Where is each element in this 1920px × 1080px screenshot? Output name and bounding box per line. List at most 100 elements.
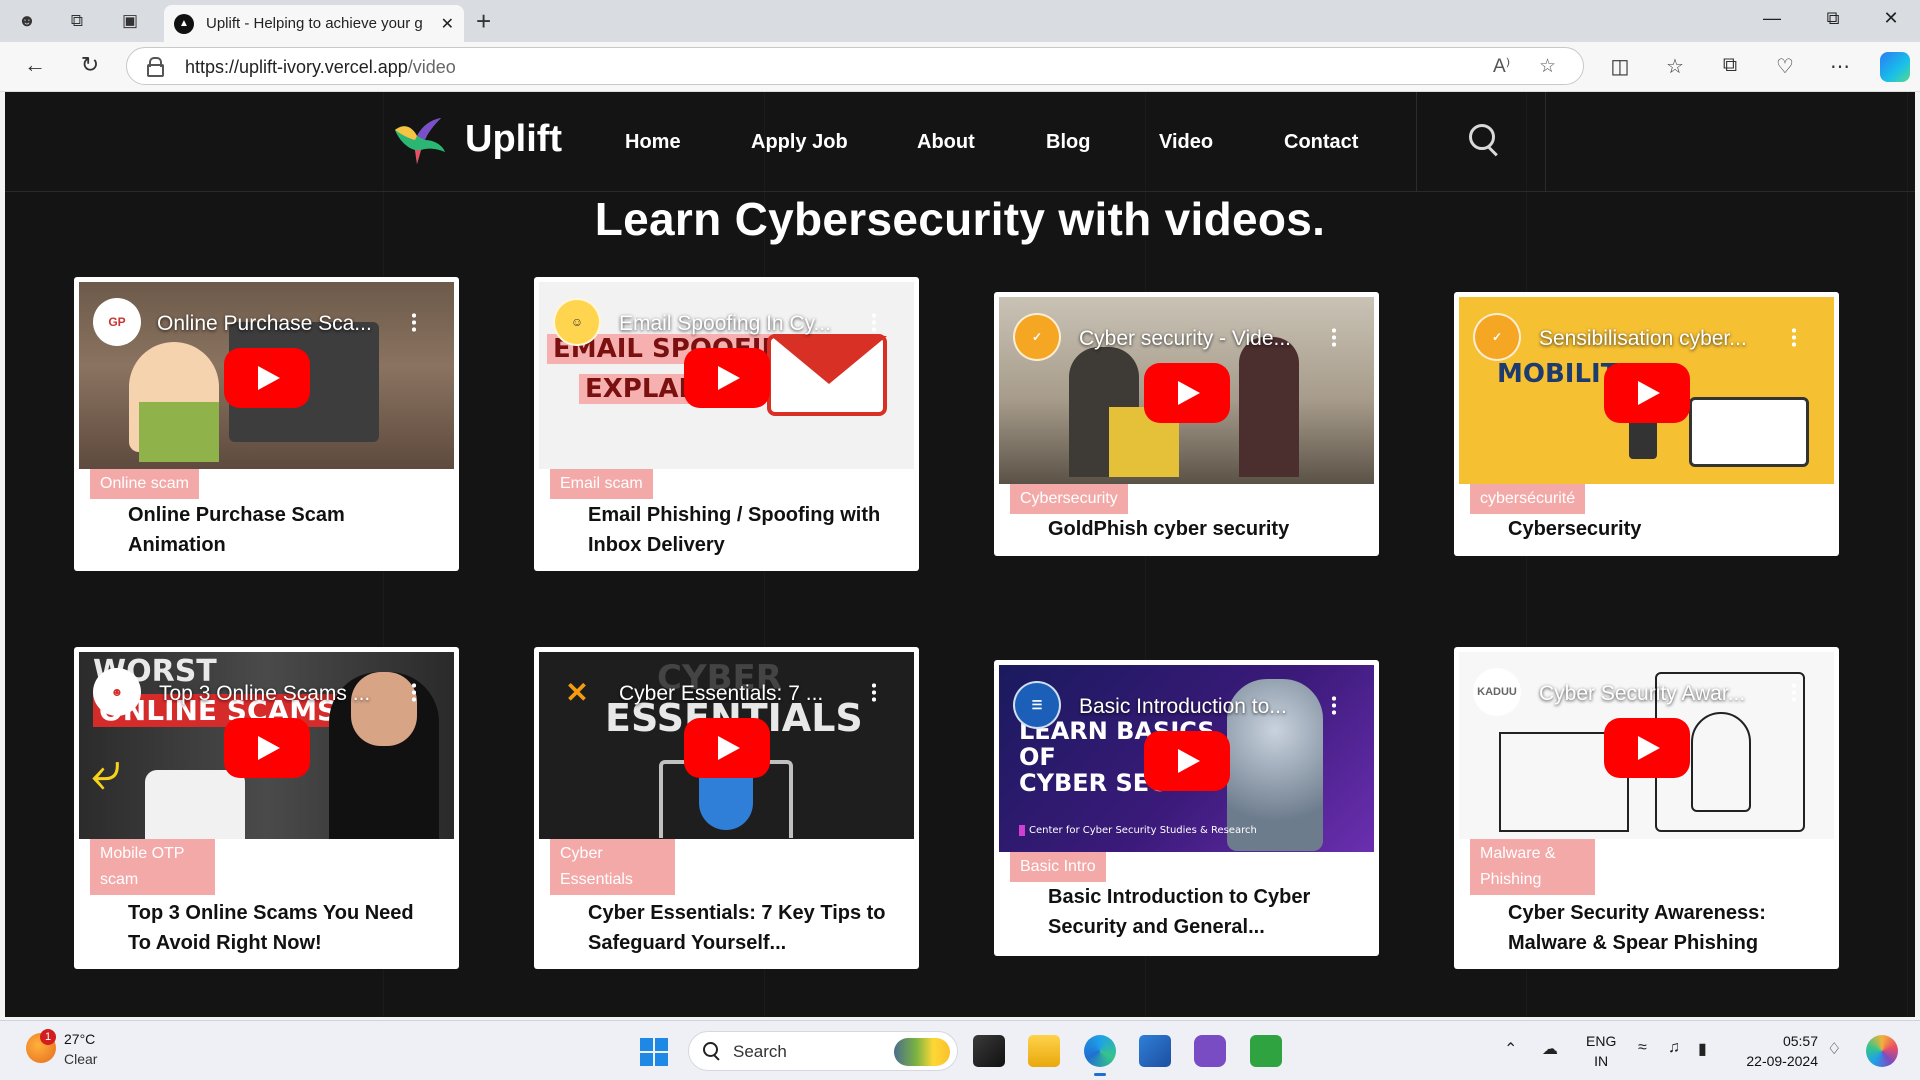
close-window-icon[interactable]: ✕ — [1876, 8, 1906, 29]
play-button[interactable] — [684, 718, 770, 778]
video-card[interactable]: ✓ Cyber security - Vide... Cybersecurity… — [994, 292, 1379, 556]
new-tab-button[interactable]: + — [476, 6, 491, 37]
video-thumbnail[interactable]: ✓ Cyber security - Vide... — [999, 297, 1374, 484]
cloud-sync-icon[interactable]: ☁ — [1542, 1039, 1558, 1059]
nav-about[interactable]: About — [917, 131, 975, 154]
more-options-icon[interactable] — [872, 682, 876, 702]
file-explorer-icon[interactable] — [1028, 1035, 1060, 1067]
video-title[interactable]: Basic Introduction to Cyber Security and… — [1048, 882, 1348, 942]
tab-actions-icon[interactable]: ▣ — [115, 8, 145, 34]
nav-apply-job[interactable]: Apply Job — [751, 131, 848, 154]
nav-home[interactable]: Home — [625, 131, 681, 154]
weather-condition[interactable]: Clear — [64, 1051, 97, 1067]
video-thumbnail[interactable]: WORST ONLINE SCAMS ⤶ ☻ Top 3 Online Scam… — [79, 652, 454, 839]
channel-avatar[interactable]: ✕ — [553, 668, 601, 716]
video-card[interactable]: LEARN BASICS OF CYBER SEC Center for Cyb… — [994, 660, 1379, 956]
read-aloud-icon[interactable]: A⁾ — [1493, 55, 1510, 78]
nav-contact[interactable]: Contact — [1284, 131, 1358, 154]
channel-avatar[interactable]: ✓ — [1013, 313, 1061, 361]
play-button[interactable] — [684, 348, 770, 408]
restore-icon[interactable]: ⧉ — [1818, 8, 1848, 29]
channel-avatar[interactable]: ☰ — [1013, 681, 1061, 729]
video-thumbnail[interactable]: KADUU Cyber Security Awar... — [1459, 652, 1834, 839]
taskbar-search[interactable]: Search — [688, 1031, 958, 1071]
clock-date: 22-09-2024 — [1746, 1053, 1818, 1069]
more-options-icon[interactable] — [412, 682, 416, 702]
video-thumbnail[interactable]: LEARN BASICS OF CYBER SEC Center for Cyb… — [999, 665, 1374, 852]
hummingbird-logo-icon[interactable] — [391, 116, 447, 168]
video-card[interactable]: CYBER ESSENTIALS ✕ Cyber Essentials: 7 .… — [534, 647, 919, 969]
video-thumbnail[interactable]: EMAIL SPOOFING EXPLAINED ☺ Email Spoofin… — [539, 282, 914, 469]
video-title[interactable]: Online Purchase Scam Animation — [128, 500, 428, 560]
browser-tab-bar: ☻ ⧉ ▣ ▲ Uplift - Helping to achieve your… — [0, 0, 1920, 42]
more-options-icon[interactable] — [1792, 327, 1796, 347]
video-thumbnail[interactable]: CYBER ESSENTIALS ✕ Cyber Essentials: 7 .… — [539, 652, 914, 839]
more-options-icon[interactable] — [1332, 327, 1336, 347]
profile-icon[interactable]: ☻ — [12, 8, 42, 34]
edge-browser-icon[interactable] — [1084, 1035, 1116, 1076]
favorite-star-icon[interactable]: ☆ — [1539, 55, 1556, 78]
more-options-icon[interactable] — [412, 312, 416, 332]
task-view-icon[interactable] — [973, 1035, 1005, 1067]
back-icon[interactable]: ← — [20, 52, 50, 78]
browser-essentials-icon[interactable]: ♡ — [1770, 54, 1800, 79]
favorites-icon[interactable]: ☆ — [1660, 54, 1690, 79]
address-bar[interactable]: https://uplift-ivory.vercel.app/video A⁾… — [126, 47, 1584, 85]
refresh-icon[interactable]: ↻ — [75, 52, 105, 78]
video-title[interactable]: Email Phishing / Spoofing with Inbox Del… — [588, 500, 888, 560]
site-search-icon[interactable] — [1467, 122, 1501, 156]
windows-start-icon[interactable] — [640, 1038, 668, 1066]
video-card[interactable]: GP Online Purchase Sca... Online scam On… — [74, 277, 459, 571]
play-button[interactable] — [1604, 718, 1690, 778]
browser-tab-active[interactable]: ▲ Uplift - Helping to achieve your g ✕ — [164, 5, 464, 42]
lock-icon[interactable] — [147, 57, 164, 77]
channel-avatar[interactable]: ☺ — [553, 298, 601, 346]
more-options-icon[interactable] — [1792, 682, 1796, 702]
play-button[interactable] — [1144, 731, 1230, 791]
video-thumbnail[interactable]: GP Online Purchase Sca... — [79, 282, 454, 469]
channel-avatar[interactable]: ☻ — [93, 668, 141, 716]
video-thumbnail[interactable]: MOBILITE ✓ Sensibilisation cyber... — [1459, 297, 1834, 484]
microsoft-store-icon[interactable] — [1139, 1035, 1171, 1067]
close-tab-icon[interactable]: ✕ — [441, 14, 454, 34]
play-button[interactable] — [224, 718, 310, 778]
wifi-icon[interactable]: ≈ — [1638, 1039, 1647, 1057]
channel-avatar[interactable]: KADUU — [1473, 668, 1521, 716]
nav-blog[interactable]: Blog — [1046, 131, 1090, 154]
video-card[interactable]: MOBILITE ✓ Sensibilisation cyber... cybe… — [1454, 292, 1839, 556]
notifications-bell-icon[interactable]: ♢ — [1827, 1039, 1841, 1059]
video-card[interactable]: WORST ONLINE SCAMS ⤶ ☻ Top 3 Online Scam… — [74, 647, 459, 969]
copilot-app-icon[interactable] — [1194, 1035, 1226, 1067]
search-icon — [703, 1042, 721, 1060]
show-hidden-icons-chevron-icon[interactable]: ⌃ — [1504, 1039, 1517, 1059]
more-options-icon[interactable] — [1332, 695, 1336, 715]
copilot-icon[interactable] — [1880, 52, 1910, 82]
video-title[interactable]: GoldPhish cyber security — [1048, 514, 1368, 544]
channel-avatar[interactable]: GP — [93, 298, 141, 346]
workspaces-icon[interactable]: ⧉ — [62, 8, 92, 34]
play-button[interactable] — [224, 348, 310, 408]
clock[interactable]: 05:57 22-09-2024 — [1738, 1031, 1818, 1071]
channel-avatar[interactable]: ✓ — [1473, 313, 1521, 361]
battery-icon[interactable]: ▮ — [1698, 1039, 1707, 1059]
play-button[interactable] — [1144, 363, 1230, 423]
volume-icon[interactable]: ♫ — [1668, 1039, 1680, 1057]
xbox-icon[interactable] — [1250, 1035, 1282, 1067]
copilot-taskbar-icon[interactable] — [1866, 1035, 1898, 1067]
split-screen-icon[interactable]: ◫ — [1605, 54, 1635, 79]
video-card[interactable]: KADUU Cyber Security Awar... Malware & P… — [1454, 647, 1839, 969]
video-title[interactable]: Cyber Essentials: 7 Key Tips to Safeguar… — [588, 898, 888, 958]
video-title[interactable]: Cybersecurity — [1508, 514, 1808, 544]
play-button[interactable] — [1604, 363, 1690, 423]
collections-icon[interactable]: ⧉ — [1715, 54, 1745, 77]
site-brand[interactable]: Uplift — [465, 118, 562, 161]
language-indicator[interactable]: ENG IN — [1586, 1031, 1616, 1071]
more-options-icon[interactable] — [872, 312, 876, 332]
minimize-icon[interactable]: — — [1757, 8, 1787, 29]
video-card[interactable]: EMAIL SPOOFING EXPLAINED ☺ Email Spoofin… — [534, 277, 919, 571]
weather-temp[interactable]: 27°C — [64, 1031, 95, 1047]
nav-video[interactable]: Video — [1159, 131, 1213, 154]
video-title[interactable]: Cyber Security Awareness: Malware & Spea… — [1508, 898, 1808, 958]
video-title[interactable]: Top 3 Online Scams You Need To Avoid Rig… — [128, 898, 428, 958]
more-menu-icon[interactable]: ⋯ — [1825, 54, 1855, 79]
